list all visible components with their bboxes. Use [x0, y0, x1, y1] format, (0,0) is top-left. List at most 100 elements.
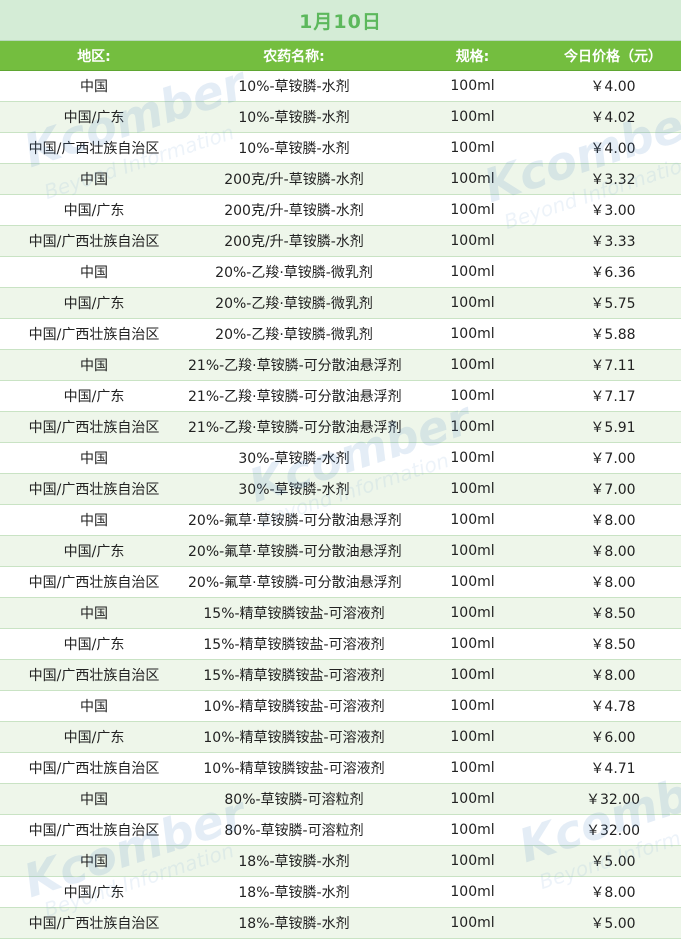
cell-price: ￥6.36: [545, 256, 681, 288]
table-row: 中国 80%-草铵膦-可溶粒剂 100ml ￥32.00: [0, 783, 681, 815]
price-sheet: 1月10日 地区: 农药名称: 规格: 今日价格（元） 中国 10%-草铵膦-水剂…: [0, 0, 681, 939]
cell-spec: 100ml: [400, 194, 545, 226]
header-product: 农药名称:: [188, 41, 400, 71]
cell-price: ￥32.00: [545, 783, 681, 815]
table-row: 中国/广西壮族自治区 10%-草铵膦-水剂 100ml ￥4.00: [0, 132, 681, 164]
cell-product: 30%-草铵膦-水剂: [188, 473, 400, 505]
cell-spec: 100ml: [400, 380, 545, 412]
table-row: 中国/广西壮族自治区 200克/升-草铵膦-水剂 100ml ￥3.33: [0, 225, 681, 257]
cell-region: 中国/广西壮族自治区: [0, 473, 188, 505]
table-row: 中国/广西壮族自治区 20%-氟草·草铵膦-可分散油悬浮剂 100ml ￥8.00: [0, 566, 681, 598]
table-row: 中国/广东 10%-精草铵膦铵盐-可溶液剂 100ml ￥6.00: [0, 721, 681, 753]
cell-price: ￥8.00: [545, 876, 681, 908]
cell-region: 中国/广西壮族自治区: [0, 752, 188, 784]
cell-product: 10%-草铵膦-水剂: [188, 70, 400, 102]
cell-spec: 100ml: [400, 628, 545, 660]
cell-product: 15%-精草铵膦铵盐-可溶液剂: [188, 628, 400, 660]
cell-region: 中国/广西壮族自治区: [0, 659, 188, 691]
cell-region: 中国/广东: [0, 876, 188, 908]
cell-price: ￥8.50: [545, 628, 681, 660]
table-row: 中国/广西壮族自治区 20%-乙羧·草铵膦-微乳剂 100ml ￥5.88: [0, 318, 681, 350]
table-row: 中国/广东 18%-草铵膦-水剂 100ml ￥8.00: [0, 876, 681, 908]
cell-price: ￥3.33: [545, 225, 681, 257]
cell-price: ￥4.00: [545, 70, 681, 102]
cell-price: ￥5.91: [545, 411, 681, 443]
cell-price: ￥3.32: [545, 163, 681, 195]
cell-product: 21%-乙羧·草铵膦-可分散油悬浮剂: [188, 349, 402, 381]
cell-product: 20%-乙羧·草铵膦-微乳剂: [188, 256, 400, 288]
cell-product: 200克/升-草铵膦-水剂: [188, 163, 400, 195]
cell-price: ￥5.00: [545, 845, 681, 877]
cell-spec: 100ml: [400, 566, 545, 598]
cell-product: 80%-草铵膦-可溶粒剂: [188, 814, 400, 846]
cell-product: 30%-草铵膦-水剂: [188, 442, 400, 474]
cell-price: ￥3.00: [545, 194, 681, 226]
table-row: 中国 200克/升-草铵膦-水剂 100ml ￥3.32: [0, 163, 681, 195]
table-row: 中国/广东 10%-草铵膦-水剂 100ml ￥4.02: [0, 101, 681, 133]
table-row: 中国/广东 20%-乙羧·草铵膦-微乳剂 100ml ￥5.75: [0, 287, 681, 319]
header-spec: 规格:: [400, 41, 545, 71]
cell-price: ￥5.75: [545, 287, 681, 319]
cell-product: 10%-精草铵膦铵盐-可溶液剂: [188, 690, 400, 722]
cell-spec: 100ml: [400, 442, 545, 474]
cell-region: 中国/广西壮族自治区: [0, 132, 188, 164]
cell-spec: 100ml: [400, 318, 545, 350]
cell-spec: 100ml: [400, 690, 545, 722]
cell-product: 20%-乙羧·草铵膦-微乳剂: [188, 318, 400, 350]
cell-price: ￥6.00: [545, 721, 681, 753]
table-row: 中国 20%-乙羧·草铵膦-微乳剂 100ml ￥6.36: [0, 256, 681, 288]
cell-price: ￥32.00: [545, 814, 681, 846]
cell-price: ￥7.00: [545, 442, 681, 474]
cell-region: 中国: [0, 597, 188, 629]
cell-spec: 100ml: [400, 721, 545, 753]
cell-spec: 100ml: [400, 256, 545, 288]
cell-spec: 100ml: [400, 876, 545, 908]
cell-price: ￥8.00: [545, 535, 681, 567]
cell-product: 18%-草铵膦-水剂: [188, 907, 400, 939]
cell-region: 中国: [0, 349, 188, 381]
cell-region: 中国/广东: [0, 380, 188, 412]
cell-region: 中国: [0, 163, 188, 195]
cell-region: 中国: [0, 256, 188, 288]
cell-price: ￥4.02: [545, 101, 681, 133]
cell-spec: 100ml: [400, 845, 545, 877]
cell-price: ￥4.00: [545, 132, 681, 164]
cell-product: 20%-氟草·草铵膦-可分散油悬浮剂: [188, 535, 402, 567]
cell-price: ￥8.00: [545, 659, 681, 691]
header-region: 地区:: [0, 41, 188, 71]
table-row: 中国 15%-精草铵膦铵盐-可溶液剂 100ml ￥8.50: [0, 597, 681, 629]
price-table: 地区: 农药名称: 规格: 今日价格（元） 中国 10%-草铵膦-水剂 100ml ￥…: [0, 41, 681, 939]
table-header-row: 地区: 农药名称: 规格: 今日价格（元）: [0, 41, 681, 71]
cell-region: 中国/广东: [0, 101, 188, 133]
table-row: 中国 10%-精草铵膦铵盐-可溶液剂 100ml ￥4.78: [0, 690, 681, 722]
cell-region: 中国: [0, 845, 188, 877]
cell-price: ￥8.00: [545, 504, 681, 536]
cell-price: ￥4.71: [545, 752, 681, 784]
page-title: 1月10日: [299, 10, 382, 33]
cell-region: 中国/广东: [0, 721, 188, 753]
cell-spec: 100ml: [400, 349, 545, 381]
cell-spec: 100ml: [400, 659, 545, 691]
cell-product: 10%-草铵膦-水剂: [188, 101, 400, 133]
cell-region: 中国/广西壮族自治区: [0, 907, 188, 939]
cell-spec: 100ml: [400, 287, 545, 319]
cell-spec: 100ml: [400, 597, 545, 629]
cell-price: ￥7.17: [545, 380, 681, 412]
cell-spec: 100ml: [400, 411, 545, 443]
table-row: 中国/广东 15%-精草铵膦铵盐-可溶液剂 100ml ￥8.50: [0, 628, 681, 660]
cell-price: ￥4.78: [545, 690, 681, 722]
table-row: 中国/广西壮族自治区 15%-精草铵膦铵盐-可溶液剂 100ml ￥8.00: [0, 659, 681, 691]
table-row: 中国/广西壮族自治区 80%-草铵膦-可溶粒剂 100ml ￥32.00: [0, 814, 681, 846]
cell-product: 18%-草铵膦-水剂: [188, 845, 400, 877]
table-row: 中国/广东 200克/升-草铵膦-水剂 100ml ￥3.00: [0, 194, 681, 226]
cell-spec: 100ml: [400, 752, 545, 784]
cell-price: ￥8.50: [545, 597, 681, 629]
cell-spec: 100ml: [400, 783, 545, 815]
cell-spec: 100ml: [400, 101, 545, 133]
cell-product: 21%-乙羧·草铵膦-可分散油悬浮剂: [188, 380, 402, 412]
cell-price: ￥7.00: [545, 473, 681, 505]
table-row: 中国/广西壮族自治区 10%-精草铵膦铵盐-可溶液剂 100ml ￥4.71: [0, 752, 681, 784]
cell-spec: 100ml: [400, 163, 545, 195]
table-row: 中国/广东 21%-乙羧·草铵膦-可分散油悬浮剂 100ml ￥7.17: [0, 380, 681, 412]
cell-region: 中国/广东: [0, 628, 188, 660]
